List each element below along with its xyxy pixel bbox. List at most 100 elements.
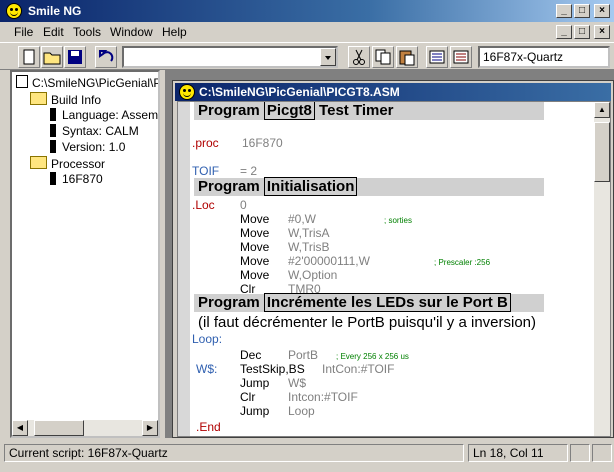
- status-script: Current script: 16F87x-Quartz: [4, 444, 464, 462]
- new-file-icon[interactable]: [18, 46, 40, 68]
- label-w: W$:: [196, 362, 218, 376]
- target-select-value: 16F87x-Quartz: [483, 50, 564, 64]
- tree-language[interactable]: Language: Assembler: [46, 108, 159, 122]
- toolbar: 16F87x-Quartz: [0, 42, 614, 70]
- code-arg: Loop: [288, 404, 315, 418]
- search-combo[interactable]: [122, 46, 338, 68]
- directive-proc: .proc: [192, 136, 219, 150]
- status-pane: [570, 444, 590, 462]
- tree-processor-label: Processor: [51, 157, 106, 171]
- directive-loc: .Loc: [192, 198, 215, 212]
- code-line: Move: [240, 212, 270, 226]
- code-line: Move: [240, 268, 270, 282]
- tree-version-label: Version: 1.0: [62, 140, 126, 154]
- tree-processor[interactable]: Processor: [30, 156, 105, 171]
- paste-icon[interactable]: [396, 46, 418, 68]
- program-icon[interactable]: [450, 46, 472, 68]
- menu-tools[interactable]: Tools: [73, 25, 101, 39]
- code-line: Jump: [240, 404, 270, 418]
- code-arg: PortB: [288, 348, 319, 362]
- toif-value: = 2: [240, 164, 258, 178]
- code-arg: #0,W: [288, 212, 317, 226]
- copy-icon[interactable]: [372, 46, 394, 68]
- code-editor[interactable]: Program Picgt8 Test Timer .proc 16F870 T…: [177, 101, 611, 437]
- code-line-program-3: Program Incrémente les LEDs sur le Port …: [198, 293, 511, 312]
- code-line: Jump: [240, 376, 270, 390]
- mdi-minimize-button[interactable]: _: [556, 25, 572, 39]
- app-title-bar: Smile NG _ □ ×: [0, 0, 614, 22]
- tree-root[interactable]: C:\SmileNG\PicGenial\PICGT8.ASM: [16, 75, 158, 90]
- code-line: Clr: [240, 390, 256, 404]
- undo-icon[interactable]: [95, 46, 117, 68]
- maximize-button[interactable]: □: [574, 4, 590, 18]
- menu-help[interactable]: Help: [162, 25, 187, 39]
- tree-horizontal-scrollbar[interactable]: ◀ ▶: [12, 420, 158, 436]
- smiley-app-icon: [6, 3, 22, 19]
- code-note: (il faut décrémenter le PortB puisqu'il …: [198, 314, 537, 331]
- mdi-close-button[interactable]: ×: [594, 25, 610, 39]
- code-arg: IntCon:#TOIF: [322, 362, 395, 376]
- code-line: Move: [240, 240, 270, 254]
- chip-icon: [50, 124, 56, 137]
- folder-icon: [30, 156, 47, 169]
- smiley-doc-icon: [179, 84, 195, 100]
- status-bar: Current script: 16F87x-Quartz Ln 18, Col…: [0, 442, 614, 464]
- tree-language-label: Language: Assembler: [62, 108, 159, 122]
- scroll-thumb[interactable]: [594, 122, 610, 182]
- code-comment: ; Every 256 x 256 us: [336, 352, 409, 361]
- close-button[interactable]: ×: [594, 4, 610, 18]
- editor-title: C:\SmileNG\PicGenial\PICGT8.ASM: [199, 85, 400, 99]
- open-folder-icon[interactable]: [41, 46, 63, 68]
- app-title: Smile NG: [28, 4, 82, 18]
- assemble-icon[interactable]: [426, 46, 448, 68]
- tree-build-info[interactable]: Build Info: [30, 92, 101, 107]
- editor-gutter: [178, 102, 190, 436]
- editor-window: C:\SmileNG\PicGenial\PICGT8.ASM Program …: [172, 80, 614, 438]
- tree-build-info-label: Build Info: [51, 93, 102, 107]
- code-arg: #2'00000111,W: [288, 254, 370, 268]
- code-arg: Intcon:#TOIF: [288, 390, 358, 404]
- label-loop: Loop:: [192, 332, 223, 346]
- code-arg: W,Option: [288, 268, 338, 282]
- code-line-program-2: Program Initialisation: [198, 177, 358, 196]
- tree-chip-label: 16F870: [62, 172, 103, 186]
- minimize-button[interactable]: _: [556, 4, 572, 18]
- code-arg: W,TrisB: [288, 240, 330, 254]
- code-line: Move: [240, 254, 270, 268]
- loc-value: 0: [240, 198, 247, 212]
- code-line: Move: [240, 226, 270, 240]
- save-disk-icon[interactable]: [64, 46, 86, 68]
- tree-syntax[interactable]: Syntax: CALM: [46, 124, 139, 138]
- mdi-restore-button[interactable]: □: [574, 25, 590, 39]
- chip-icon: [50, 172, 56, 185]
- chip-icon: [50, 140, 56, 153]
- menu-bar: File Edit Tools Window Help _ □ ×: [0, 22, 614, 42]
- code-comment: ; Prescaler :256: [434, 258, 491, 267]
- code-comment: ; sorties: [384, 216, 413, 225]
- menu-window[interactable]: Window: [110, 25, 153, 39]
- editor-vertical-scrollbar[interactable]: ▲: [594, 102, 610, 436]
- target-select[interactable]: 16F87x-Quartz: [478, 46, 610, 68]
- scroll-left-icon[interactable]: ◀: [12, 420, 28, 436]
- menu-edit[interactable]: Edit: [43, 25, 64, 39]
- tree-version[interactable]: Version: 1.0: [46, 140, 125, 154]
- tree-root-label: C:\SmileNG\PicGenial\PICGT8.ASM: [32, 76, 158, 90]
- tree-chip[interactable]: 16F870: [46, 172, 103, 186]
- file-icon: [16, 75, 28, 88]
- proc-value: 16F870: [242, 136, 283, 150]
- menu-file[interactable]: File: [14, 25, 33, 39]
- project-tree: C:\SmileNG\PicGenial\PICGT8.ASM Build In…: [10, 70, 160, 438]
- cut-icon[interactable]: [348, 46, 370, 68]
- status-pane: [592, 444, 612, 462]
- directive-end: .End: [196, 420, 221, 434]
- code-arg: W,TrisA: [288, 226, 330, 240]
- code-line-cursor: TestSkip,BS: [240, 362, 305, 376]
- code-arg: W$: [288, 376, 306, 390]
- scroll-thumb[interactable]: [34, 420, 84, 436]
- code-line-program-1: Program Picgt8 Test Timer: [198, 102, 394, 120]
- code-line: Dec: [240, 348, 262, 362]
- chevron-down-icon[interactable]: [320, 48, 336, 66]
- scroll-up-icon[interactable]: ▲: [594, 102, 610, 118]
- chip-icon: [50, 108, 56, 121]
- scroll-right-icon[interactable]: ▶: [142, 420, 158, 436]
